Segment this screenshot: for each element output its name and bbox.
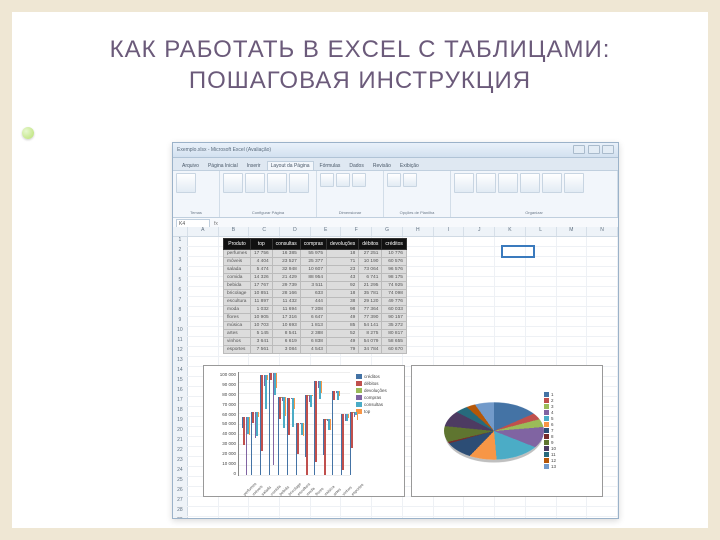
col-head[interactable]: H: [403, 227, 434, 236]
col-head[interactable]: J: [464, 227, 495, 236]
window-title-text: Exemplo.xlsx - Microsoft Excel (Avaliaçã…: [177, 147, 271, 153]
bar-chart[interactable]: 100 00090 00080 00070 00060 00050 00040 …: [203, 365, 405, 497]
pie-legend: 12345678910111213: [544, 392, 570, 470]
selection-pane-icon[interactable]: [498, 173, 518, 193]
tab-exibicao[interactable]: Exibição: [397, 162, 422, 170]
col-head[interactable]: N: [587, 227, 618, 236]
col-head[interactable]: G: [372, 227, 403, 236]
col-head[interactable]: L: [526, 227, 557, 236]
col-head[interactable]: B: [219, 227, 250, 236]
ribbon-group-temas: Temas: [173, 171, 220, 217]
tab-revisao[interactable]: Revisão: [370, 162, 394, 170]
group-label: Dimensionar: [320, 210, 380, 215]
window-titlebar: Exemplo.xlsx - Microsoft Excel (Avaliaçã…: [173, 143, 618, 158]
tab-arquivo[interactable]: Arquivo: [179, 162, 202, 170]
tab-formulas[interactable]: Fórmulas: [317, 162, 344, 170]
ribbon-group-sheetopts: Opções de Planilha: [384, 171, 451, 217]
align-icon[interactable]: [520, 173, 540, 193]
col-head[interactable]: F: [341, 227, 372, 236]
width-icon[interactable]: [320, 173, 334, 187]
worksheet: A B C D E F G H I J K L M N 123456789101…: [173, 227, 618, 518]
data-table: Produtotopconsultascomprasdevoluçõesdébi…: [223, 238, 407, 354]
ribbon-group-page: Configurar Página: [220, 171, 317, 217]
size-icon[interactable]: [267, 173, 287, 193]
tab-home[interactable]: Página Inicial: [205, 162, 241, 170]
group-label: Configurar Página: [223, 210, 313, 215]
close-icon[interactable]: [602, 145, 614, 154]
slide-title: КАК РАБОТАТЬ В EXCEL С ТАБЛИЦАМИ: ПОШАГО…: [52, 34, 668, 96]
ribbon-tabs: Arquivo Página Inicial Inserir Layout da…: [173, 158, 618, 171]
bullet-icon: [22, 127, 34, 139]
title-line2: ПОШАГОВАЯ ИНСТРУКЦИЯ: [189, 67, 531, 94]
send-backward-icon[interactable]: [476, 173, 496, 193]
tab-layout[interactable]: Layout da Página: [267, 161, 314, 170]
title-line1: КАК РАБОТАТЬ В EXCEL С ТАБЛИЦАМИ:: [110, 36, 611, 63]
ribbon-body: Temas Configurar Página Dimensionar Opçõ…: [173, 171, 618, 218]
slide: КАК РАБОТАТЬ В EXCEL С ТАБЛИЦАМИ: ПОШАГО…: [0, 0, 720, 540]
group-icon[interactable]: [542, 173, 562, 193]
bar-y-axis: 100 00090 00080 00070 00060 00050 00040 …: [204, 366, 238, 496]
group-label: Temas: [176, 210, 216, 215]
ribbon-group-scale: Dimensionar: [317, 171, 384, 217]
height-icon[interactable]: [336, 173, 350, 187]
maximize-icon[interactable]: [588, 145, 600, 154]
rotate-icon[interactable]: [564, 173, 584, 193]
tab-dados[interactable]: Dados: [346, 162, 366, 170]
select-all-corner[interactable]: [173, 227, 188, 236]
orientation-icon[interactable]: [245, 173, 265, 193]
column-headers: A B C D E F G H I J K L M N: [173, 227, 618, 237]
headings-icon[interactable]: [403, 173, 417, 187]
col-head[interactable]: E: [311, 227, 342, 236]
active-cell-marker: [501, 245, 535, 258]
excel-screenshot: Exemplo.xlsx - Microsoft Excel (Avaliaçã…: [172, 142, 619, 519]
bar-plot-area: perfumesmóveissaladacomidabebidabricolag…: [238, 372, 350, 476]
col-head[interactable]: D: [280, 227, 311, 236]
col-head[interactable]: M: [557, 227, 588, 236]
pie-chart[interactable]: 12345678910111213: [411, 365, 603, 497]
gridlines-icon[interactable]: [387, 173, 401, 187]
printarea-icon[interactable]: [289, 173, 309, 193]
bar-legend: créditosdébitosdevoluçõescomprasconsulta…: [354, 366, 404, 496]
group-label: Opções de Planilha: [387, 210, 447, 215]
ribbon-group-arrange: Organizar: [451, 171, 618, 217]
col-head[interactable]: C: [249, 227, 280, 236]
scale-icon[interactable]: [352, 173, 366, 187]
window-controls: [572, 145, 614, 156]
group-label: Organizar: [454, 210, 614, 215]
col-head[interactable]: K: [495, 227, 526, 236]
col-head[interactable]: A: [188, 227, 219, 236]
pie-plot: [444, 402, 544, 459]
minimize-icon[interactable]: [573, 145, 585, 154]
margins-icon[interactable]: [223, 173, 243, 193]
bring-forward-icon[interactable]: [454, 173, 474, 193]
tab-inserir[interactable]: Inserir: [244, 162, 264, 170]
themes-icon[interactable]: [176, 173, 196, 193]
col-head[interactable]: I: [434, 227, 465, 236]
